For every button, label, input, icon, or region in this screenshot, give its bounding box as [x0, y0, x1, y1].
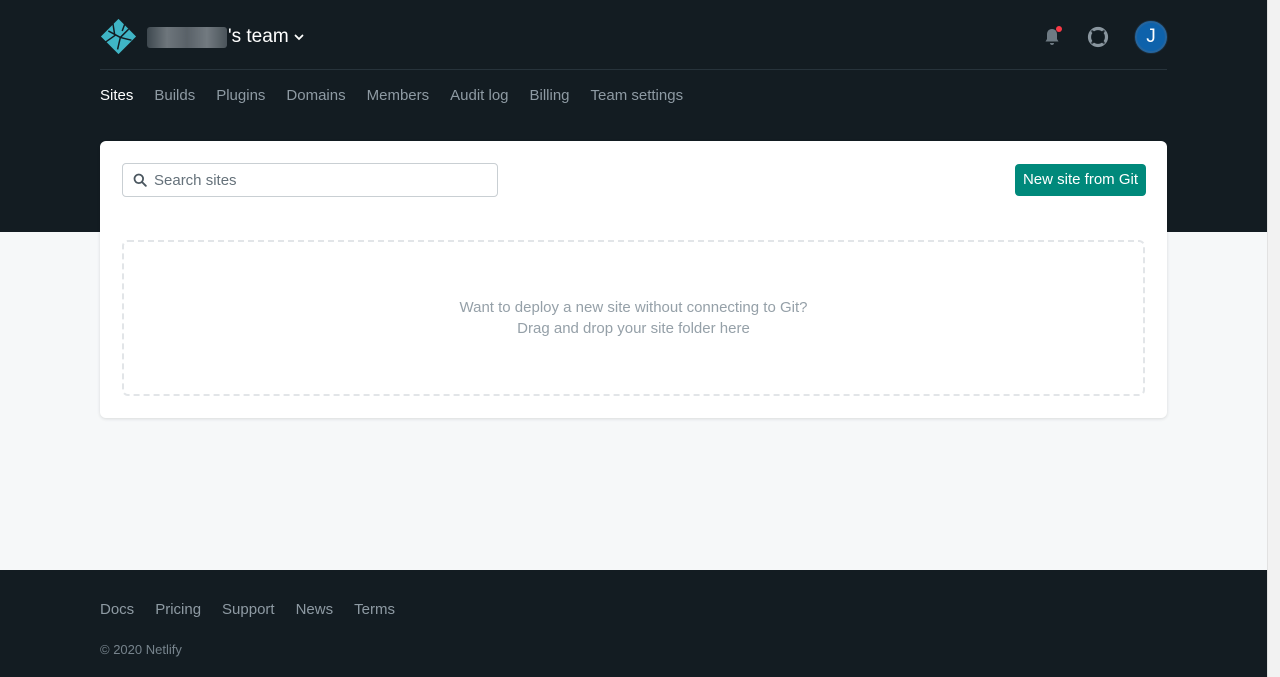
team-nav: Sites Builds Plugins Domains Members Aud… [100, 86, 704, 106]
nav-item-members[interactable]: Members [367, 86, 430, 106]
footer-links: Docs Pricing Support News Terms [100, 601, 416, 618]
nav-item-sites[interactable]: Sites [100, 86, 133, 106]
redacted-team-name [147, 26, 227, 48]
user-avatar[interactable]: J [1135, 21, 1167, 53]
nav-item-audit-log[interactable]: Audit log [450, 86, 508, 106]
netlify-logo-icon[interactable] [100, 18, 137, 55]
search-box[interactable] [122, 163, 498, 197]
scrollbar[interactable] [1267, 0, 1280, 677]
nav-item-billing[interactable]: Billing [530, 86, 570, 106]
lifebuoy-icon[interactable] [1087, 26, 1109, 48]
nav-item-domains[interactable]: Domains [286, 86, 345, 106]
footer-link-pricing[interactable]: Pricing [155, 601, 201, 618]
sites-card: New site from Git Want to deploy a new s… [100, 141, 1167, 418]
drag-drop-zone[interactable]: Want to deploy a new site without connec… [122, 240, 1145, 396]
app-window: 's team J Sites Builds Plugins Domains M… [0, 0, 1267, 677]
dropzone-line-1: Want to deploy a new site without connec… [459, 299, 808, 316]
nav-item-builds[interactable]: Builds [154, 86, 195, 106]
footer-link-news[interactable]: News [296, 601, 334, 618]
notifications-button[interactable] [1041, 26, 1063, 48]
header-actions: J [1041, 21, 1167, 53]
notification-dot [1056, 26, 1062, 32]
header: 's team J [100, 0, 1167, 70]
team-switcher[interactable]: 's team [147, 24, 305, 50]
search-icon [133, 173, 147, 187]
footer-link-docs[interactable]: Docs [100, 601, 134, 618]
nav-item-plugins[interactable]: Plugins [216, 86, 265, 106]
footer-link-terms[interactable]: Terms [354, 601, 395, 618]
chevron-down-icon [294, 34, 304, 41]
footer: Docs Pricing Support News Terms © 2020 N… [0, 570, 1267, 677]
copyright: © 2020 Netlify [100, 642, 182, 657]
search-input[interactable] [154, 171, 474, 189]
dropzone-line-2: Drag and drop your site folder here [517, 320, 750, 337]
new-site-from-git-button[interactable]: New site from Git [1014, 164, 1146, 196]
team-name-suffix: 's team [228, 26, 289, 47]
footer-link-support[interactable]: Support [222, 601, 275, 618]
nav-item-team-settings[interactable]: Team settings [591, 86, 684, 106]
